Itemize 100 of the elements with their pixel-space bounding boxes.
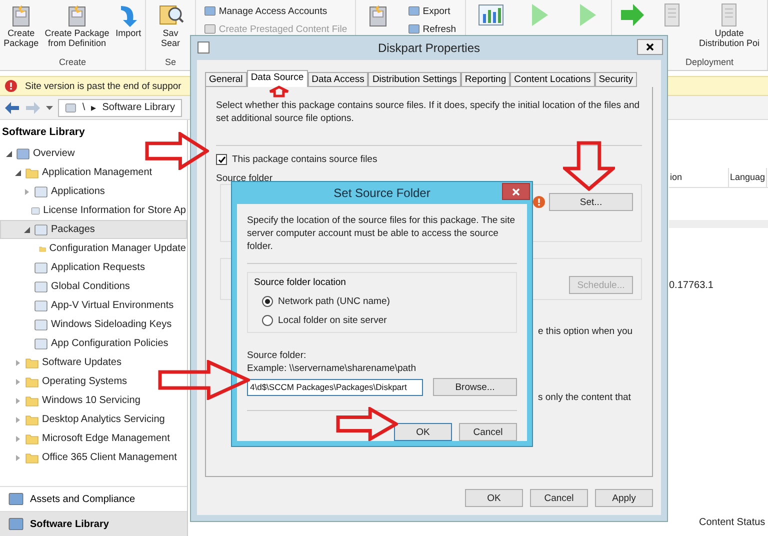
tab[interactable]: Data Access: [308, 72, 368, 87]
tree-item[interactable]: Applications: [0, 182, 187, 201]
collapsed-icon[interactable]: [15, 416, 21, 422]
tree-item-label: Applications: [51, 186, 105, 197]
ribbon-button[interactable]: Manage Access Accounts: [204, 2, 348, 20]
warning-text: Site version is past the end of suppor: [25, 80, 182, 92]
tree-item-label: Microsoft Edge Management: [42, 433, 170, 444]
dropdown-icon[interactable]: [46, 106, 53, 110]
address-field[interactable]: \ ▸ Software Library: [58, 98, 182, 116]
tree-item[interactable]: Operating Systems: [0, 372, 187, 391]
folder-icon: [25, 356, 39, 368]
tree-item[interactable]: Packages: [0, 220, 187, 239]
tree-item-label: Application Management: [42, 167, 152, 178]
tree-item[interactable]: App Configuration Policies: [0, 334, 187, 353]
tree-item[interactable]: App-V Virtual Environments: [0, 296, 187, 315]
tree-item-label: Office 365 Client Management: [42, 452, 177, 463]
annotation-arrow: [563, 141, 615, 191]
close-button[interactable]: [637, 39, 663, 55]
tree-item[interactable]: Desktop Analytics Servicing: [0, 410, 187, 429]
tree-item-label: Software Updates: [42, 357, 122, 368]
radio-label: Network path (UNC name): [278, 296, 390, 307]
group-label: Source folder: [216, 173, 273, 184]
expanded-icon[interactable]: [24, 226, 30, 232]
pane-heading: Software Library: [1, 125, 86, 140]
collapsed-icon[interactable]: [24, 188, 30, 194]
tree-item[interactable]: Office 365 Client Management: [0, 448, 187, 467]
tree-item-label: Windows 10 Servicing: [42, 395, 140, 406]
browse-button[interactable]: Browse...: [433, 378, 517, 396]
tree-item[interactable]: Windows 10 Servicing: [0, 391, 187, 410]
tree-item[interactable]: Global Conditions: [0, 277, 187, 296]
tree-item-label: App Configuration Policies: [51, 338, 168, 349]
ribbon-button[interactable]: Refresh: [408, 20, 456, 38]
group-label: Se: [164, 57, 176, 67]
column-header[interactable]: ion: [669, 168, 729, 187]
dialog-button[interactable]: OK: [465, 489, 523, 507]
radio-button[interactable]: [262, 296, 273, 307]
collapsed-icon[interactable]: [15, 436, 21, 442]
column-header[interactable]: Languag: [729, 168, 767, 187]
workspace-icon: [8, 491, 24, 507]
group-label: Deployment: [685, 57, 734, 67]
node-icon: [34, 280, 48, 294]
tab[interactable]: Data Source: [246, 70, 308, 87]
collapsed-icon[interactable]: [15, 398, 21, 404]
annotation-arrow: [336, 407, 398, 441]
ribbon-button[interactable]: Export: [408, 2, 456, 20]
expanded-icon[interactable]: [6, 150, 12, 156]
tree-item-label: Application Requests: [51, 262, 145, 273]
tab[interactable]: Security: [594, 72, 638, 87]
ribbon-button[interactable]: Import: [115, 2, 142, 38]
back-icon[interactable]: [4, 100, 20, 114]
ribbon-button[interactable]: Sav Sear: [158, 2, 184, 48]
small-icon: [408, 23, 420, 35]
close-icon: [512, 188, 520, 196]
window-title: Diskpart Properties: [378, 41, 480, 55]
folder-icon: [25, 452, 39, 464]
dialog-button[interactable]: OK: [394, 423, 452, 441]
collapsed-icon[interactable]: [15, 454, 21, 460]
close-button[interactable]: [502, 183, 530, 200]
group-label: Create: [58, 57, 86, 67]
tree-item[interactable]: License Information for Store Ap: [0, 201, 187, 220]
console-icon: [65, 102, 76, 114]
radio-button[interactable]: [262, 315, 273, 326]
error-icon: [5, 80, 17, 92]
tab[interactable]: General: [205, 72, 247, 87]
details-tab[interactable]: Content Status: [699, 517, 768, 528]
set-button[interactable]: Set...: [549, 193, 633, 211]
description-text: Specify the location of the source files for this package. The site server computer account must be able to access the source folder.: [247, 214, 516, 253]
expanded-icon[interactable]: [15, 170, 21, 176]
check-icon: [218, 156, 226, 164]
folder-icon: [25, 376, 39, 388]
annotation-arrow: [145, 132, 209, 170]
tab[interactable]: Distribution Settings: [368, 72, 461, 87]
ribbon-button[interactable]: Create Package from Definition: [44, 2, 110, 48]
ribbon-button[interactable]: Create Package: [4, 2, 39, 48]
tree-item[interactable]: Software Updates: [0, 353, 187, 372]
tree-item[interactable]: Application Requests: [0, 258, 187, 277]
small-icon: [204, 23, 216, 35]
ribbon-button[interactable]: Update Distribution Poi: [699, 2, 760, 48]
tree-item-label: App-V Virtual Environments: [51, 300, 174, 311]
tree-item[interactable]: Windows Sideloading Keys: [0, 315, 187, 334]
node-icon: [34, 336, 48, 350]
tab[interactable]: Reporting: [460, 72, 510, 87]
ribbon-button[interactable]: [619, 2, 646, 28]
checkbox[interactable]: [216, 154, 227, 165]
collapsed-icon[interactable]: [15, 378, 21, 384]
input-field[interactable]: 4\d$\SCCM Packages\Packages\Diskpart: [247, 378, 423, 396]
tree-item[interactable]: Overview: [0, 144, 187, 163]
tree-item[interactable]: Microsoft Edge Management: [0, 429, 187, 448]
tree-item[interactable]: Configuration Manager Update: [0, 239, 187, 258]
tab[interactable]: Content Locations: [510, 72, 595, 87]
tree-item-label: Global Conditions: [51, 281, 130, 292]
workspace-button[interactable]: Software Library: [0, 511, 187, 536]
ribbon-button[interactable]: [478, 2, 504, 28]
dialog-button[interactable]: Cancel: [459, 423, 517, 441]
tree-item[interactable]: Application Management: [0, 163, 187, 182]
dialog-button[interactable]: Cancel: [530, 489, 588, 507]
dialog-button[interactable]: Apply: [595, 489, 653, 507]
tree-item-label: License Information for Store Ap: [43, 205, 186, 216]
collapsed-icon[interactable]: [15, 360, 21, 366]
window-title: Set Source Folder: [334, 186, 430, 200]
